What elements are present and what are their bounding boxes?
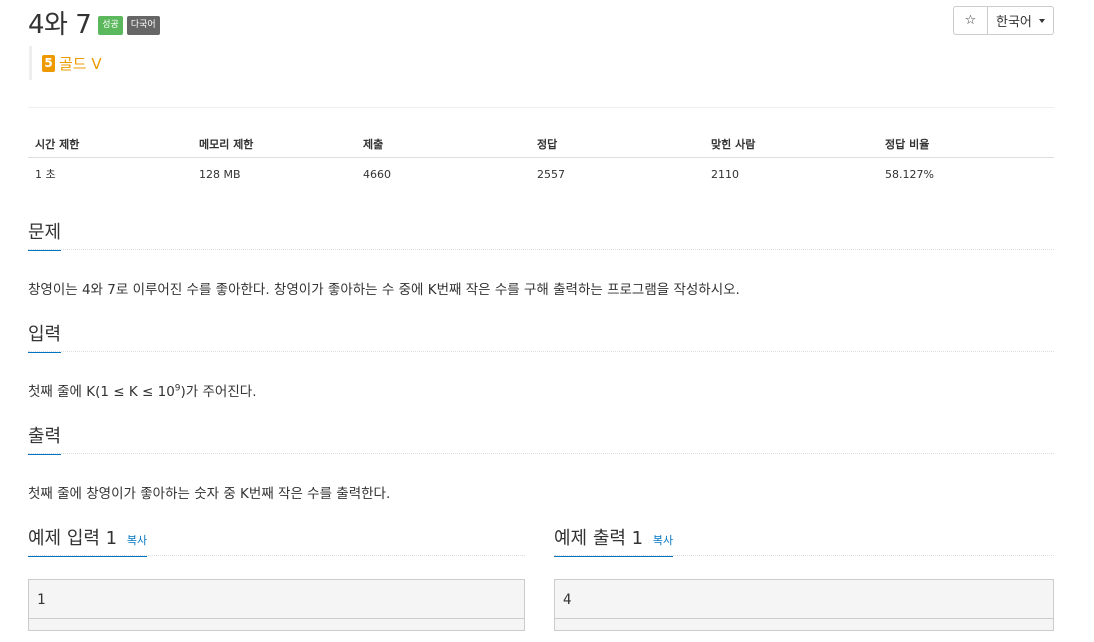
accept-ratio-value: 58.127%: [885, 167, 934, 181]
chevron-down-icon: [1039, 18, 1045, 23]
problem-description: 창영이는 4와 7로 이루어진 수를 좋아한다. 창영이가 좋아하는 수 중에 …: [28, 282, 740, 298]
memory-limit-value: 128 MB: [199, 167, 241, 181]
problem-section: 문제: [28, 218, 1054, 251]
header-accepted: 정답: [530, 130, 704, 158]
page-title: 4와 7: [28, 10, 92, 40]
problem-toolbar: ☆ 한국어: [953, 6, 1054, 35]
section-title-sample-input: 예제 입력 1 복사: [28, 524, 148, 557]
problem-info-table: 시간 제한 메모리 제한 제출 정답 맞힌 사람 정답 비율 1 초 128 M…: [28, 130, 1054, 190]
sample-output-box[interactable]: 4: [554, 579, 1054, 631]
sample-input-section: 예제 입력 1 복사: [28, 524, 525, 557]
solvers-value[interactable]: 2110: [704, 158, 878, 191]
table-row: 1 초 128 MB 4660 2557 2110 58.127%: [28, 158, 1054, 191]
tier-indicator[interactable]: 5 골드 V: [29, 46, 102, 80]
sample-input-box[interactable]: 1: [28, 579, 525, 631]
input-text-before: 첫째 줄에 K(1 ≤ K ≤ 10: [28, 384, 175, 400]
accepted-value[interactable]: 2557: [530, 158, 704, 191]
status-badge-multilang: 다국어: [126, 16, 160, 35]
language-label: 한국어: [996, 15, 1032, 30]
language-dropdown[interactable]: 한국어: [988, 6, 1054, 35]
header-accept-ratio: 정답 비율: [878, 130, 1054, 158]
output-description: 첫째 줄에 창영이가 좋아하는 숫자 중 K번째 작은 수를 출력한다.: [28, 486, 391, 502]
copy-sample-output-link[interactable]: 복사: [653, 534, 673, 547]
problem-header: 4와 7 성공 다국어: [28, 4, 160, 41]
status-badge-success: 성공: [98, 16, 123, 35]
tier-icon: 5: [42, 54, 55, 72]
section-title-sample-output: 예제 출력 1 복사: [554, 524, 674, 557]
header-memory-limit: 메모리 제한: [192, 130, 356, 158]
sample-output-value: 4: [563, 592, 572, 608]
output-section: 출력: [28, 422, 1054, 455]
star-icon: ☆: [964, 13, 977, 28]
divider: [28, 107, 1054, 108]
header-submissions: 제출: [356, 130, 530, 158]
section-title-output: 출력: [28, 422, 62, 455]
header-time-limit: 시간 제한: [28, 130, 192, 158]
sample-output-section: 예제 출력 1 복사: [554, 524, 1054, 557]
input-section: 입력: [28, 320, 1054, 353]
table-header-row: 시간 제한 메모리 제한 제출 정답 맞힌 사람 정답 비율: [28, 130, 1054, 158]
sample-input-value: 1: [37, 592, 46, 608]
submissions-value[interactable]: 4660: [356, 158, 530, 191]
section-title-problem: 문제: [28, 218, 62, 251]
section-title-input: 입력: [28, 320, 62, 353]
header-solvers: 맞힌 사람: [704, 130, 878, 158]
input-description: 첫째 줄에 K(1 ≤ K ≤ 109)가 주어진다.: [28, 380, 257, 401]
time-limit-value: 1 초: [35, 168, 56, 181]
tier-label: 골드 V: [59, 54, 102, 73]
copy-sample-input-link[interactable]: 복사: [127, 534, 147, 547]
input-text-after: )가 주어진다.: [180, 384, 257, 400]
star-button[interactable]: ☆: [953, 6, 988, 35]
